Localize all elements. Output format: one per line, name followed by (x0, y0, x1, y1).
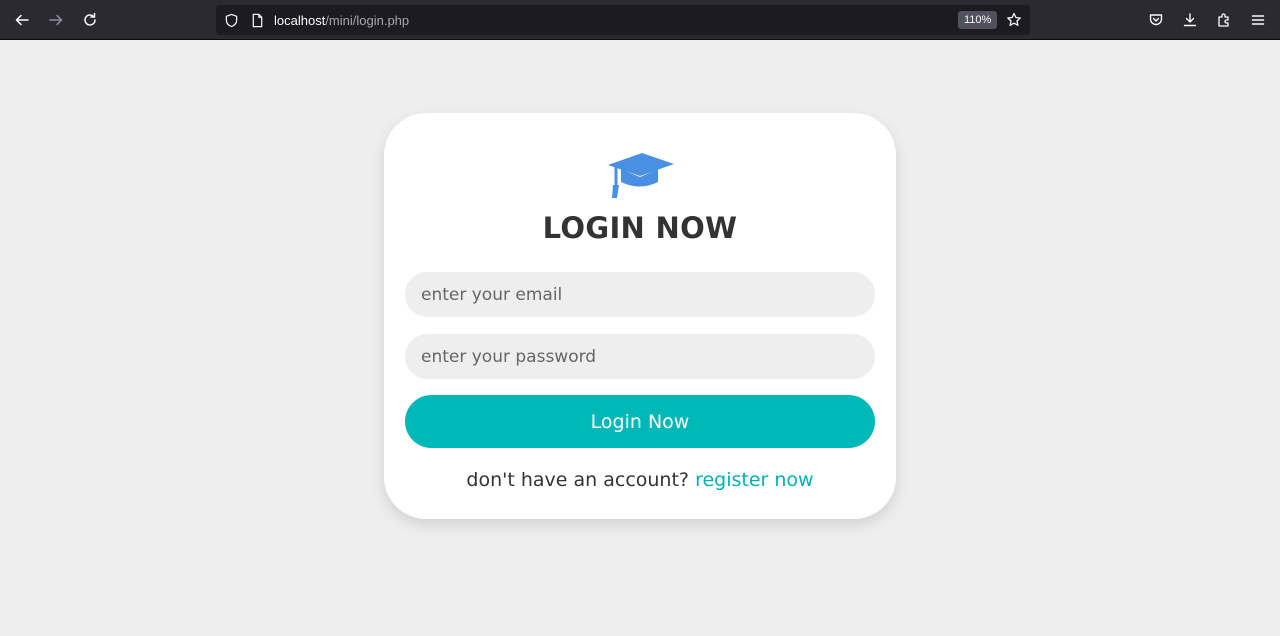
page-icon[interactable] (249, 12, 265, 28)
reload-icon[interactable] (78, 8, 102, 32)
download-icon[interactable] (1178, 8, 1202, 32)
url-path: /mini/login.php (325, 13, 410, 28)
page-title: LOGIN NOW (542, 211, 738, 245)
page-content: LOGIN NOW Login Now don't have an accoun… (0, 41, 1280, 636)
star-icon[interactable] (1006, 12, 1022, 28)
graduation-cap-icon (604, 151, 676, 203)
register-prompt: don't have an account? register now (384, 469, 896, 491)
arrow-right-icon[interactable] (44, 8, 68, 32)
email-field[interactable] (405, 272, 875, 317)
shield-icon[interactable] (223, 12, 239, 28)
url-bar[interactable]: localhost/mini/login.php 110% (216, 5, 1030, 35)
url-host: localhost (274, 13, 326, 28)
url-text[interactable]: localhost/mini/login.php (274, 13, 409, 28)
password-field[interactable] (405, 334, 875, 379)
login-card: LOGIN NOW Login Now don't have an accoun… (384, 113, 896, 519)
register-link[interactable]: register now (695, 469, 814, 491)
hamburger-menu-icon[interactable] (1246, 8, 1270, 32)
register-prompt-text: don't have an account? (466, 469, 690, 491)
arrow-left-icon[interactable] (10, 8, 34, 32)
zoom-level-badge[interactable]: 110% (958, 11, 998, 29)
browser-toolbar: localhost/mini/login.php 110% (0, 0, 1280, 40)
login-button[interactable]: Login Now (405, 395, 875, 448)
puzzle-icon[interactable] (1212, 8, 1236, 32)
pocket-icon[interactable] (1144, 8, 1168, 32)
